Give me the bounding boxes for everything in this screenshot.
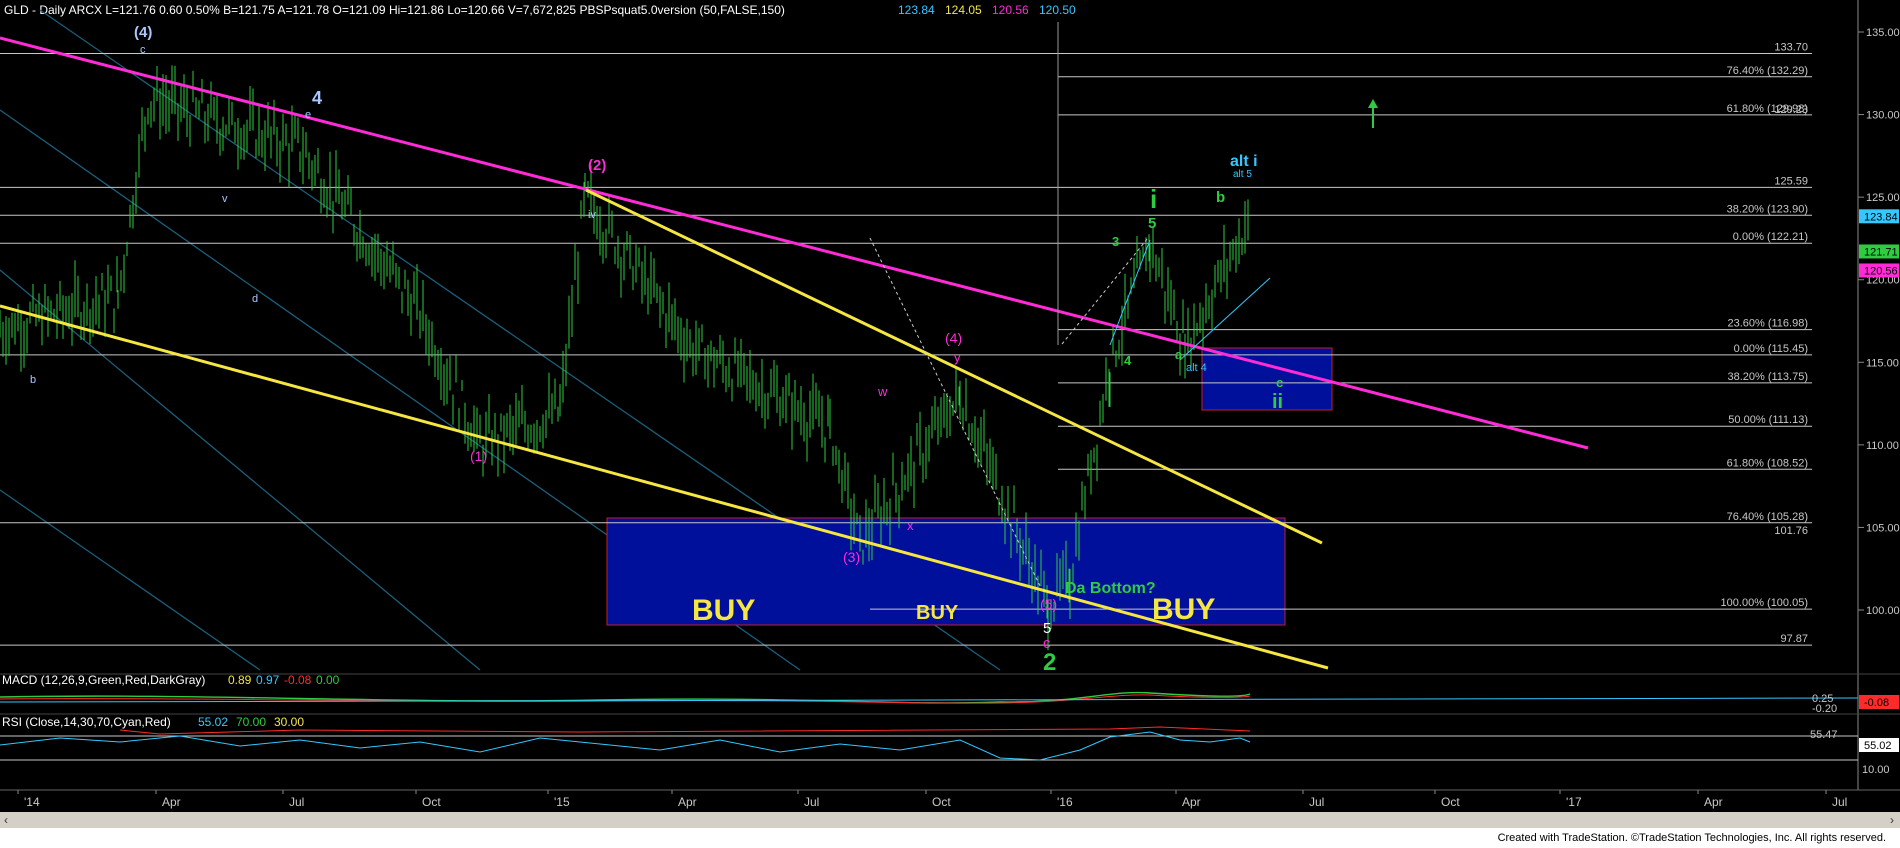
- wave-label: 2: [1043, 649, 1056, 676]
- header-value-4: 120.50: [1039, 3, 1076, 17]
- macd-axis-tick: -0.20: [1812, 703, 1837, 715]
- price-badge-text: 121.71: [1864, 246, 1898, 258]
- wave-label: alt 4: [1186, 362, 1207, 374]
- rsi-value: 55.02: [198, 715, 228, 729]
- fib-level-extra: 129.23: [1774, 104, 1808, 116]
- scroll-left-icon[interactable]: ‹: [4, 813, 8, 827]
- wave-label: alt i: [1230, 153, 1258, 170]
- da-bottom-label: Da Bottom?: [1065, 580, 1156, 597]
- fib-level-label: 50.00% (111.13): [1728, 414, 1808, 426]
- wave-label: y: [954, 350, 961, 365]
- buy-label-right: BUY: [1152, 593, 1215, 626]
- buy-label-mid: BUY: [916, 602, 959, 624]
- price-tick-label: 135.00: [1866, 27, 1900, 39]
- macd-label: MACD (12,26,9,Green,Red,DarkGray): [2, 673, 205, 687]
- target-zone-box: [1201, 347, 1333, 411]
- wave-label: (1): [470, 448, 487, 464]
- fib-level-label: 125.59: [1774, 175, 1808, 187]
- wave-label: 5: [1148, 215, 1156, 232]
- price-tick-label: 105.00: [1866, 522, 1900, 534]
- rsi-value: 70.00: [236, 715, 266, 729]
- fib-level-label: 97.87: [1780, 633, 1808, 645]
- wave-label: (2): [588, 157, 606, 174]
- price-tick-label: 130.00: [1866, 110, 1900, 122]
- header-value-1: 123.84: [898, 3, 935, 17]
- price-tick-label: 115.00: [1866, 357, 1899, 369]
- wave-label: w: [877, 384, 888, 399]
- footer: Created with TradeStation. ©TradeStation…: [0, 828, 1900, 848]
- rsi-label: RSI (Close,14,30,70,Cyan,Red): [2, 715, 171, 729]
- horizontal-scrollbar[interactable]: ‹ ›: [0, 812, 1900, 828]
- scroll-right-icon[interactable]: ›: [1890, 813, 1894, 827]
- price-chart: GLD - Daily ARCX L=121.76 0.60 0.50% B=1…: [0, 0, 1900, 812]
- wave-label: v: [222, 193, 228, 205]
- fib-level-label: 133.70: [1774, 41, 1808, 53]
- time-tick-label: '16: [1057, 795, 1073, 809]
- header-value-3: 120.56: [992, 3, 1029, 17]
- wave-label: 3: [1112, 234, 1119, 249]
- price-tick-label: 110.00: [1866, 440, 1899, 452]
- wave-label: (4): [134, 24, 152, 41]
- rsi-axis-tick: 55.47: [1810, 729, 1838, 741]
- time-tick-label: Apr: [1704, 795, 1723, 809]
- wave-label: b: [30, 374, 36, 386]
- rsi-value: 30.00: [274, 715, 304, 729]
- wave-label: (3): [843, 549, 860, 565]
- price-tick-label: 125.00: [1866, 192, 1900, 204]
- time-tick-label: Jul: [1309, 795, 1324, 809]
- time-tick-label: Oct: [422, 795, 441, 809]
- wave-label: 4: [1124, 353, 1132, 368]
- chart-window: GLD - Daily ARCX L=121.76 0.60 0.50% B=1…: [0, 0, 1900, 848]
- wave-label: 4: [312, 88, 322, 108]
- wave-label: alt 5: [1233, 169, 1252, 180]
- wave-label: i: [1150, 184, 1157, 214]
- time-tick-label: '17: [1566, 795, 1582, 809]
- fib-level-label: 76.40% (132.29): [1727, 65, 1808, 77]
- wave-label: b: [1216, 189, 1225, 206]
- fib-level-label: 38.20% (113.75): [1727, 371, 1808, 383]
- rsi-axis-tick: 10.00: [1862, 764, 1890, 776]
- price-tick-label: 100.00: [1866, 605, 1900, 617]
- macd-value: 0.00: [316, 673, 340, 687]
- wave-label: (5): [1040, 596, 1057, 612]
- wave-label: d: [252, 293, 258, 305]
- macd-value: 0.97: [256, 673, 280, 687]
- macd-value: -0.08: [284, 673, 312, 687]
- price-badge-text: 120.56: [1864, 265, 1898, 277]
- time-tick-label: Oct: [932, 795, 951, 809]
- time-tick-label: Oct: [1441, 795, 1460, 809]
- wave-label: x: [907, 518, 914, 533]
- fib-level-label: 0.00% (122.21): [1733, 231, 1808, 243]
- time-tick-label: '14: [24, 795, 40, 809]
- wave-label: e: [305, 109, 311, 121]
- time-tick-label: Jul: [804, 795, 819, 809]
- time-tick-label: '15: [554, 795, 570, 809]
- wave-label: a: [1175, 347, 1183, 362]
- wave-label: (4): [945, 330, 962, 346]
- time-tick-label: Apr: [1182, 795, 1201, 809]
- fib-level-label: 0.00% (115.45): [1734, 343, 1808, 355]
- fib-level-extra: 101.76: [1774, 525, 1808, 537]
- time-tick-label: Jul: [289, 795, 304, 809]
- macd-badge-text: -0.08: [1864, 697, 1889, 709]
- footer-credit: Created with TradeStation. ©TradeStation…: [1497, 832, 1886, 844]
- rsi-badge-text: 55.02: [1864, 740, 1892, 752]
- header-value-2: 124.05: [945, 3, 982, 17]
- time-tick-label: Jul: [1832, 795, 1847, 809]
- time-tick-label: Apr: [678, 795, 697, 809]
- fib-level-label: 100.00% (100.05): [1721, 597, 1808, 609]
- wave-label: c: [140, 44, 146, 56]
- price-badge-text: 123.84: [1864, 211, 1898, 223]
- header-symbol: GLD - Daily ARCX L=121.76 0.60 0.50% B=1…: [4, 3, 785, 17]
- buy-label-left: BUY: [692, 594, 755, 627]
- time-tick-label: Apr: [162, 795, 181, 809]
- wave-label: c: [1276, 375, 1283, 390]
- fib-level-label: 61.80% (108.52): [1727, 457, 1808, 469]
- wave-label: iv: [588, 209, 596, 221]
- macd-value: 0.89: [228, 673, 252, 687]
- fib-level-label: 76.40% (105.28): [1727, 511, 1808, 523]
- wave-label: ii: [1272, 391, 1283, 413]
- fib-level-label: 23.60% (116.98): [1727, 318, 1808, 330]
- fib-level-label: 38.20% (123.90): [1727, 203, 1808, 215]
